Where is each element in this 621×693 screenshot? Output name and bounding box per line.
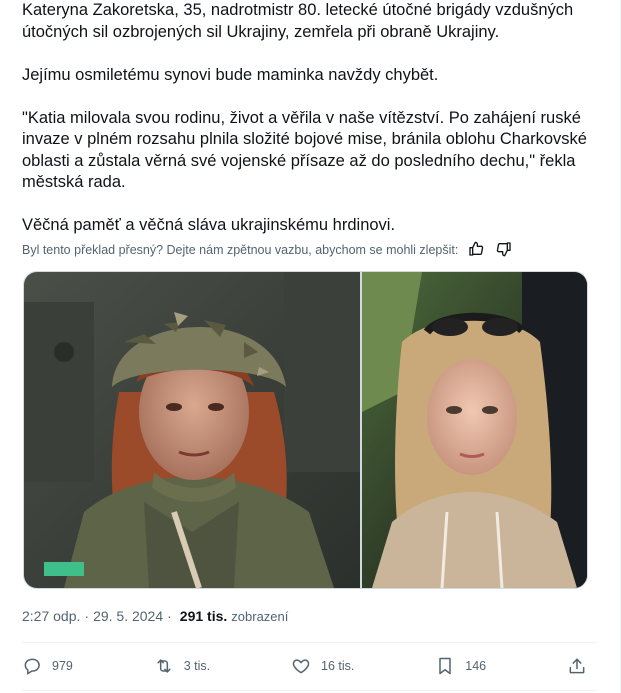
reply-icon (24, 658, 40, 675)
thumbs-up-icon[interactable] (468, 241, 486, 259)
repost-button[interactable]: 3 tis. (154, 656, 210, 676)
photo-soldier-helmet[interactable] (24, 272, 360, 588)
views-label: zobrazení (231, 608, 289, 624)
post-date[interactable]: 29. 5. 2024 (93, 608, 163, 624)
translation-feedback: Byl tento překlad přesný? Dejte nám zpět… (22, 240, 597, 260)
post-paragraph-3: "Katia milovala svou rodinu, život a věř… (22, 108, 587, 192)
repost-icon (157, 659, 171, 673)
share-button[interactable] (567, 656, 597, 676)
like-button[interactable]: 16 tis. (291, 656, 354, 676)
meta-separator: · (167, 608, 172, 624)
bookmark-button[interactable]: 146 (435, 656, 486, 676)
bookmark-icon (439, 657, 451, 675)
post-detail: Kateryna Zakoretska, 35, nadrotmistr 80.… (0, 0, 621, 693)
like-count: 16 tis. (321, 659, 355, 673)
views-count: 291 tis. (179, 608, 228, 624)
post-text: Kateryna Zakoretska, 35, nadrotmistr 80.… (22, 0, 597, 258)
post-meta: 2:27 odp. · 29. 5. 2024 · 291 tis. zobra… (22, 605, 288, 627)
share-icon (569, 658, 585, 674)
repost-count: 3 tis. (183, 659, 211, 673)
feedback-question: Byl tento překlad přesný? Dejte nám zpět… (22, 243, 459, 257)
media-gallery (23, 271, 588, 589)
reply-count: 979 (52, 659, 73, 673)
post-time[interactable]: 2:27 odp. (22, 608, 80, 624)
like-icon (292, 659, 310, 674)
post-paragraph-4: Věčná paměť a věčná sláva ukrajinskému h… (22, 216, 396, 234)
divider (22, 642, 597, 643)
post-paragraph-2: Jejímu osmiletému synovi bude maminka na… (22, 65, 439, 84)
action-bar: 979 3 tis. 16 tis. 146 (22, 651, 597, 681)
meta-separator: · (84, 608, 90, 624)
bookmark-count: 146 (465, 659, 487, 673)
post-paragraph-1: Kateryna Zakoretska, 35, nadrotmistr 80.… (22, 1, 574, 41)
thumbs-down-icon[interactable] (496, 241, 514, 259)
reply-button[interactable]: 979 (22, 656, 73, 676)
divider (22, 690, 597, 691)
photo-woman-car[interactable] (362, 272, 587, 588)
